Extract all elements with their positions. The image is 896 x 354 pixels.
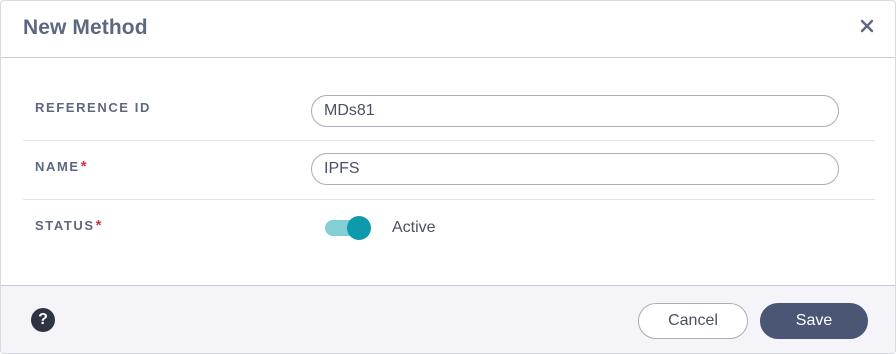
status-label: STATUS* — [35, 217, 102, 234]
close-icon — [859, 18, 875, 34]
name-label: NAME* — [35, 158, 87, 175]
help-button[interactable]: ? — [31, 308, 55, 332]
new-method-dialog: New Method REFERENCE ID NAME* STATUS* Ac — [0, 0, 896, 354]
reference-id-label-text: REFERENCE ID — [35, 100, 151, 115]
dialog-header: New Method — [1, 1, 895, 58]
cancel-button[interactable]: Cancel — [638, 303, 748, 339]
status-row: STATUS* Active — [23, 200, 875, 259]
toggle-knob — [347, 216, 371, 240]
required-mark: * — [95, 217, 102, 234]
dialog-title: New Method — [23, 16, 148, 39]
close-button[interactable] — [859, 18, 875, 34]
reference-id-input[interactable] — [311, 95, 839, 127]
name-label-text: NAME — [35, 159, 80, 174]
dialog-footer: ? Cancel Save — [1, 285, 895, 353]
status-toggle[interactable] — [325, 216, 371, 240]
status-value-text: Active — [392, 219, 436, 236]
status-label-text: STATUS — [35, 218, 95, 233]
save-button[interactable]: Save — [760, 303, 868, 339]
reference-id-row: REFERENCE ID — [23, 82, 875, 141]
required-mark: * — [80, 158, 87, 175]
reference-id-label: REFERENCE ID — [35, 100, 151, 115]
help-icon: ? — [38, 311, 48, 328]
name-row: NAME* — [23, 141, 875, 200]
name-input[interactable] — [311, 153, 839, 185]
